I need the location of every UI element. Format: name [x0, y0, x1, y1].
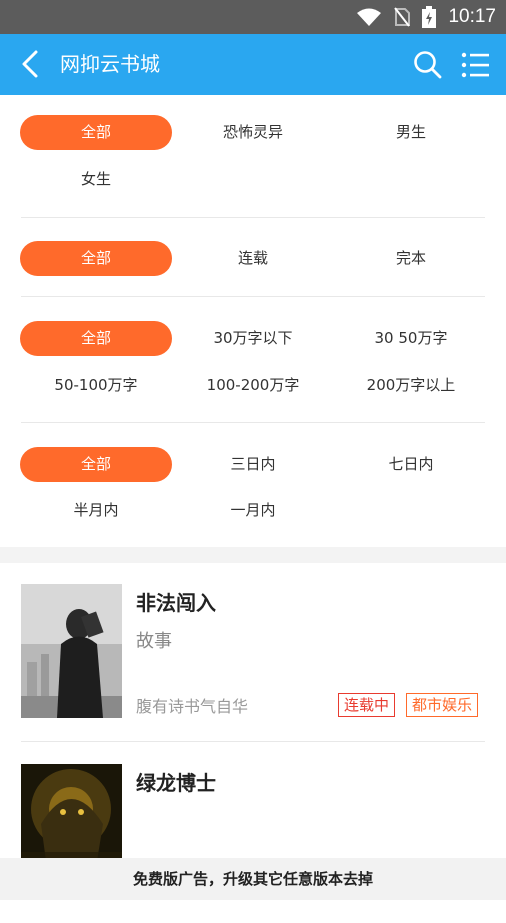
filter-option[interactable]: 一月内: [177, 493, 329, 528]
ad-banner[interactable]: 免费版广告，升级其它任意版本去掉: [0, 858, 506, 900]
filter-option[interactable]: 30万字以下: [177, 321, 329, 356]
status-badge: 连载中: [338, 693, 396, 717]
book-cover: [21, 584, 122, 718]
wifi-icon: [357, 8, 382, 26]
filter-option[interactable]: 50-100万字: [20, 368, 172, 403]
filter-row-wordcount: 全部 30万字以下 30 50万字 50-100万字 100-200万字 200…: [20, 297, 487, 423]
filter-option[interactable]: 恐怖灵异: [177, 115, 329, 150]
section-divider: [0, 547, 506, 563]
filter-option[interactable]: 全部: [20, 447, 172, 482]
book-title: 绿龙博士: [136, 771, 216, 795]
book-item[interactable]: 非法闯入 故事 腹有诗书气自华 连载中 都市娱乐: [0, 563, 506, 743]
filter-row-status: 全部 连载 完本: [20, 218, 487, 297]
page-title: 网抑云书城: [60, 52, 160, 76]
status-bar: 10:17: [0, 0, 506, 34]
divider: [21, 741, 485, 742]
filter-row-category: 全部 恐怖灵异 男生 女生: [20, 95, 487, 218]
book-author: 腹有诗书气自华: [136, 697, 249, 716]
filter-option[interactable]: 200万字以上: [335, 368, 487, 403]
filter-option[interactable]: 100-200万字: [177, 368, 329, 403]
filter-option[interactable]: 全部: [20, 241, 172, 276]
filter-option[interactable]: 半月内: [20, 493, 172, 528]
filter-row-update-time: 全部 三日内 七日内 半月内 一月内: [20, 423, 487, 549]
genre-badge: 都市娱乐: [406, 693, 479, 717]
app-bar: 网抑云书城: [0, 34, 506, 95]
filter-option[interactable]: 30 50万字: [335, 321, 487, 356]
status-time: 10:17: [448, 6, 496, 27]
filter-option[interactable]: 女生: [20, 162, 172, 197]
battery-charging-icon: [422, 6, 437, 28]
book-title: 非法闯入: [136, 591, 216, 615]
back-icon[interactable]: [18, 48, 44, 80]
filter-option[interactable]: 男生: [335, 115, 487, 150]
filter-option[interactable]: 全部: [20, 115, 172, 150]
no-sim-icon: [394, 7, 411, 27]
filter-option[interactable]: 连载: [177, 241, 329, 276]
filter-panel: 全部 恐怖灵异 男生 女生 全部 连载 完本 全部 30万字以下 30 50万字…: [0, 95, 506, 549]
search-icon[interactable]: [413, 50, 443, 80]
list-menu-icon[interactable]: [460, 50, 490, 80]
filter-option[interactable]: 三日内: [177, 447, 329, 482]
filter-option[interactable]: 完本: [335, 241, 487, 276]
filter-option[interactable]: 全部: [20, 321, 172, 356]
book-desc: 故事: [136, 631, 172, 652]
filter-option[interactable]: 七日内: [335, 447, 487, 482]
